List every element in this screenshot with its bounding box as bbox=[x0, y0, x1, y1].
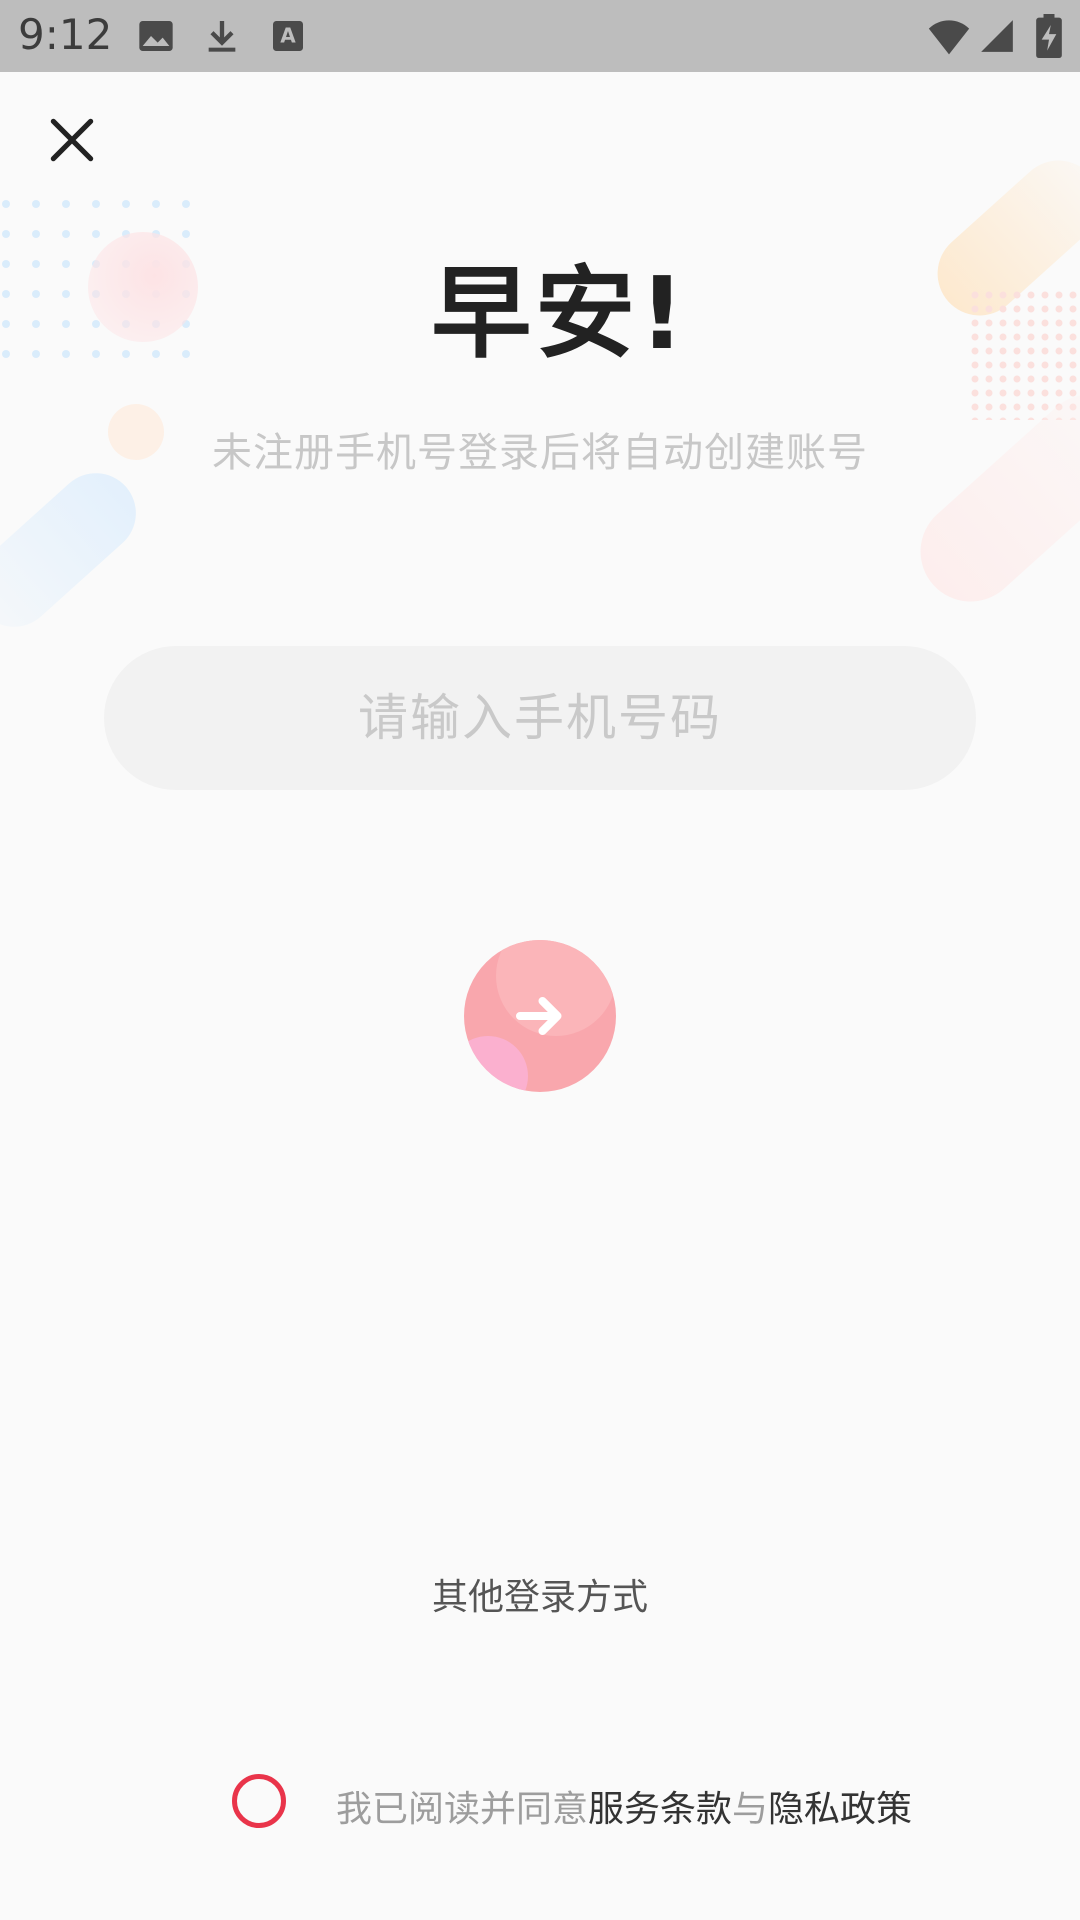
status-time: 9:12 bbox=[18, 10, 113, 59]
terms-of-service-link[interactable]: 服务条款 bbox=[588, 1789, 732, 1830]
download-icon bbox=[202, 14, 242, 58]
battery-charging-icon bbox=[1034, 14, 1064, 58]
other-login-link[interactable]: 其他登录方式 bbox=[0, 1568, 1080, 1620]
agreement-prefix: 我已阅读并同意 bbox=[336, 1789, 589, 1830]
greeting-title: 早安! bbox=[431, 255, 689, 372]
wifi-icon bbox=[924, 14, 974, 58]
decor-blue-pill bbox=[0, 456, 153, 644]
svg-text:A: A bbox=[280, 24, 296, 48]
image-icon bbox=[136, 14, 176, 58]
status-bar: 9:12 A bbox=[0, 0, 1080, 72]
cell-signal-icon bbox=[978, 14, 1016, 58]
arrow-right-icon bbox=[510, 986, 570, 1046]
agreement-conjunction: 与 bbox=[732, 1789, 769, 1830]
phone-number-input[interactable] bbox=[104, 646, 976, 790]
close-icon bbox=[50, 118, 94, 162]
decor-pink-pill bbox=[899, 373, 1080, 623]
agreement-row: 我已阅读并同意服务条款与隐私政策 bbox=[232, 1774, 1052, 1834]
close-button[interactable] bbox=[44, 112, 100, 168]
agreement-text: 我已阅读并同意服务条款与隐私政策 bbox=[336, 1780, 912, 1832]
subtitle-hint: 未注册手机号登录后将自动创建账号 bbox=[212, 430, 868, 476]
agreement-radio[interactable] bbox=[232, 1774, 286, 1828]
privacy-policy-link[interactable]: 隐私政策 bbox=[768, 1789, 912, 1830]
submit-button[interactable] bbox=[464, 940, 616, 1092]
keyboard-a-icon: A bbox=[268, 14, 308, 58]
